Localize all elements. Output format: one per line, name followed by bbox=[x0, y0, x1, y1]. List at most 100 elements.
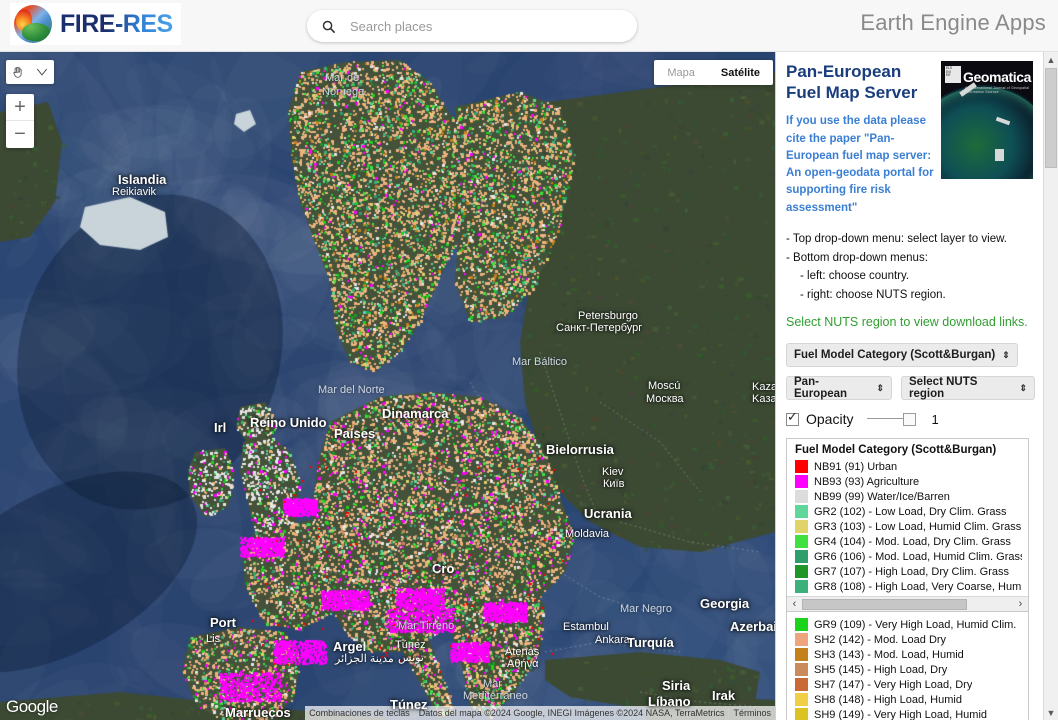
opacity-slider[interactable] bbox=[867, 412, 919, 427]
map-type-mapa[interactable]: Mapa bbox=[654, 60, 708, 85]
opacity-slider-track bbox=[867, 418, 908, 420]
legend-entry-label: SH3 (143) - Mod. Load, Humid bbox=[814, 648, 964, 661]
legend-entry: GR2 (102) - Low Load, Dry Clim. Grass bbox=[795, 504, 1028, 519]
opacity-value: 1 bbox=[931, 411, 939, 427]
instruction-line-3: - left: choose country. bbox=[800, 270, 910, 283]
legend-entry: GR4 (104) - Mod. Load, Dry Clim. Grass bbox=[795, 534, 1028, 549]
chevron-updown-icon: ⇕ bbox=[1019, 382, 1027, 393]
legend-entry: GR7 (107) - High Load, Dry Clim. Grass bbox=[795, 564, 1028, 579]
legend-title: Fuel Model Category (Scott&Burgan) bbox=[795, 444, 997, 457]
scroll-down-arrow-icon[interactable]: ▼ bbox=[1044, 705, 1058, 720]
zoom-out-button[interactable]: − bbox=[6, 121, 34, 148]
instruction-line-1: - Top drop-down menu: select layer to vi… bbox=[786, 232, 1007, 245]
legend-color-swatch bbox=[795, 505, 808, 519]
legend-entry: SH7 (147) - Very High Load, Dry bbox=[795, 677, 1028, 692]
opacity-control-row[interactable]: Opacity 1 bbox=[786, 410, 1035, 427]
legend-entry: GR6 (106) - Mod. Load, Humid Clim. Grass bbox=[795, 549, 1028, 564]
legend-color-swatch bbox=[795, 490, 808, 504]
map-attribution-bar: Combinaciones de teclas Datos del mapa ©… bbox=[305, 706, 775, 720]
journal-subtitle: An International Journal of Geospatial I… bbox=[965, 86, 1030, 94]
legend-color-swatch bbox=[795, 693, 808, 707]
map-tools-group[interactable] bbox=[6, 60, 54, 84]
legend-entry-label: SH9 (149) - Very High Load, Humid bbox=[814, 708, 988, 720]
legend-entry-label: GR7 (107) - High Load, Dry Clim. Grass bbox=[814, 565, 1009, 578]
legend-entry-label: GR3 (103) - Low Load, Humid Clim. Grass bbox=[814, 520, 1022, 533]
opacity-checkbox[interactable] bbox=[786, 410, 799, 426]
legend-scroll-trough-1[interactable] bbox=[802, 597, 1013, 611]
nuts-region-select-value: Select NUTS region bbox=[909, 376, 978, 401]
google-watermark: Google bbox=[6, 697, 58, 716]
draw-polyline-tool-icon[interactable] bbox=[30, 60, 54, 84]
nuts-region-select[interactable]: Select NUTS region ⇕ bbox=[901, 376, 1035, 401]
legend-entry: NB99 (99) Water/Ice/Barren bbox=[795, 489, 1028, 504]
legend-entry-label: SH5 (145) - High Load, Dry bbox=[814, 663, 948, 676]
legend-entry-label: NB93 (93) Agriculture bbox=[814, 475, 920, 488]
legend-entry-list-page1: NB91 (91) Urban NB93 (93) Agriculture NB99… bbox=[787, 459, 1028, 594]
legend-color-swatch bbox=[795, 550, 808, 564]
legend-scroll-thumb-1[interactable] bbox=[802, 598, 967, 610]
legend-color-swatch bbox=[795, 475, 808, 489]
elsevier-logo-icon: ELS EVI ER bbox=[945, 66, 961, 83]
legend-color-swatch bbox=[795, 633, 808, 647]
legend-entry-label: SH2 (142) - Mod. Load Dry bbox=[814, 633, 947, 646]
legend-entry-label: SH8 (148) - High Load, Humid bbox=[814, 693, 962, 706]
legend-entry-list-page2: GR9 (109) - Very High Load, Humid Clim. S… bbox=[787, 617, 1028, 720]
hand-icon bbox=[13, 66, 22, 78]
legend-color-swatch bbox=[795, 648, 808, 662]
map-viewport[interactable]: + − Mapa Satélite Google Combinaciones d… bbox=[0, 52, 775, 720]
panel-title: Pan-European Fuel Map Server bbox=[786, 62, 918, 102]
legend-entry-label: SH7 (147) - Very High Load, Dry bbox=[814, 678, 973, 691]
legend-entry: SH8 (148) - High Load, Humid bbox=[795, 692, 1028, 707]
chevron-left-icon[interactable]: ‹ bbox=[787, 598, 802, 610]
legend-entry: SH2 (142) - Mod. Load Dry bbox=[795, 632, 1028, 647]
legend-entry-label: GR8 (108) - High Load, Very Coarse, Humi bbox=[814, 580, 1022, 593]
legend-entry-label: GR4 (104) - Mod. Load, Dry Clim. Grass bbox=[814, 535, 1011, 548]
legend-color-swatch bbox=[795, 678, 808, 692]
layer-select-value: Fuel Model Category (Scott&Burgan) bbox=[794, 349, 996, 362]
opacity-slider-thumb[interactable] bbox=[903, 413, 917, 427]
polyline-icon bbox=[36, 68, 48, 76]
citation-text: If you use the data please cite the pape… bbox=[786, 115, 934, 214]
journal-title: Geomatica bbox=[963, 69, 1031, 85]
brand-name: FIRE-RES bbox=[60, 9, 173, 38]
legend-entry: GR8 (108) - High Load, Very Coarse, Humi bbox=[795, 579, 1028, 594]
legend-color-swatch bbox=[795, 460, 808, 474]
search-input[interactable] bbox=[348, 17, 623, 35]
panel-scroll-thumb[interactable] bbox=[1045, 68, 1057, 168]
legend-entry: SH5 (145) - High Load, Dry bbox=[795, 662, 1028, 677]
side-panel: Pan-European Fuel Map Server ELS EVI ER Ge… bbox=[775, 52, 1058, 720]
legend-color-swatch bbox=[795, 520, 808, 534]
instructions-block: - Top drop-down menu: select layer to vi… bbox=[786, 230, 1035, 305]
scroll-up-arrow-icon[interactable]: ▲ bbox=[1044, 52, 1058, 67]
legend-entry: GR9 (109) - Very High Load, Humid Clim. bbox=[795, 617, 1028, 632]
earth-engine-apps-title: Earth Engine Apps bbox=[860, 10, 1046, 35]
legend-color-swatch bbox=[795, 580, 808, 594]
legend-color-swatch bbox=[795, 565, 808, 579]
zoom-controls[interactable]: + − bbox=[6, 94, 34, 148]
legend-entry: SH3 (143) - Mod. Load, Humid bbox=[795, 647, 1028, 662]
terms-link[interactable]: Términos bbox=[728, 708, 775, 718]
instruction-line-4: - right: choose NUTS region. bbox=[800, 288, 946, 301]
map-imagery[interactable] bbox=[0, 52, 775, 720]
map-type-switcher[interactable]: Mapa Satélite bbox=[654, 60, 773, 85]
map-type-satelite[interactable]: Satélite bbox=[708, 60, 773, 85]
brand-logo: FIRE-RES bbox=[10, 3, 181, 45]
panel-vertical-scrollbar[interactable]: ▲ ▼ bbox=[1043, 52, 1058, 720]
search-box[interactable] bbox=[307, 10, 637, 42]
satellite-graphic-3 bbox=[995, 149, 1004, 161]
legend-entry: NB91 (91) Urban bbox=[795, 459, 1028, 474]
keyboard-shortcuts-link[interactable]: Combinaciones de teclas bbox=[305, 708, 414, 718]
zoom-in-button[interactable]: + bbox=[6, 94, 34, 121]
chevron-right-icon[interactable]: › bbox=[1013, 598, 1028, 610]
legend-color-swatch bbox=[795, 708, 808, 720]
pan-hand-tool-icon[interactable] bbox=[6, 60, 30, 84]
search-icon bbox=[322, 20, 335, 33]
legend-color-swatch bbox=[795, 663, 808, 677]
legend-color-swatch bbox=[795, 535, 808, 549]
legend-entry-label: GR9 (109) - Very High Load, Humid Clim. bbox=[814, 618, 1017, 631]
legend-color-swatch bbox=[795, 618, 808, 632]
country-select[interactable]: Pan-European ⇕ bbox=[786, 376, 893, 401]
legend-horizontal-scrollbar-1[interactable]: ‹ › bbox=[787, 596, 1028, 612]
layer-select[interactable]: Fuel Model Category (Scott&Burgan) ⇕ bbox=[786, 343, 1018, 368]
instruction-line-2: - Bottom drop-down menus: bbox=[786, 251, 928, 264]
